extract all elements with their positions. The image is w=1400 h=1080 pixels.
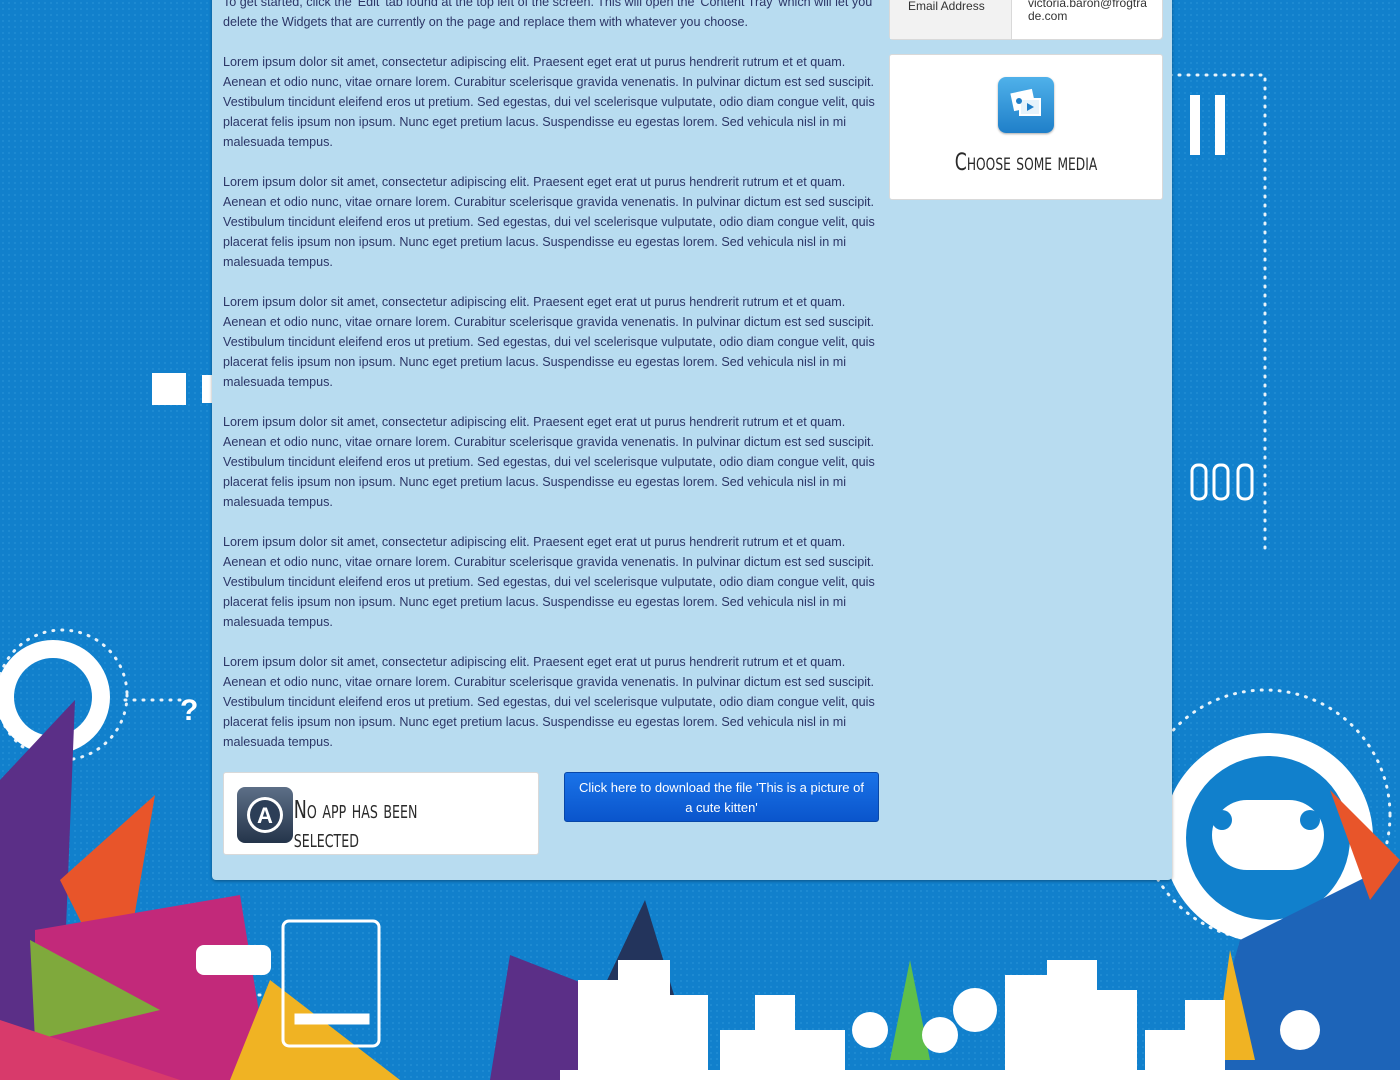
email-label: Email Address [890,0,1012,39]
main-content: To get started, click the 'Edit' tab fou… [223,0,883,772]
intro-text: To get started, click the 'Edit' tab fou… [223,0,873,29]
media-widget[interactable]: Choose some media [889,54,1163,200]
media-widget-title[interactable]: Choose some media [928,148,1124,176]
download-file-button[interactable]: Click here to download the file 'This is… [564,772,879,822]
media-gallery-icon[interactable] [998,77,1054,133]
body-paragraph: Lorem ipsum dolor sit amet, consectetur … [223,535,875,629]
email-value: victoria.baron@frogtrade.com [1028,0,1147,23]
question-icon: ? [180,694,198,727]
profile-info-widget: Email Address victoria.baron@frogtrade.c… [889,0,1163,40]
body-paragraph: Lorem ipsum dolor sit amet, consectetur … [223,415,875,509]
body-paragraph: Lorem ipsum dolor sit amet, consectetur … [223,295,875,389]
body-paragraph: Lorem ipsum dolor sit amet, consectetur … [223,655,875,749]
pointing-hand-icon [196,945,271,975]
svg-text:A: A [257,803,273,828]
app-widget[interactable]: A No app has been selected [223,772,539,855]
body-paragraph: Lorem ipsum dolor sit amet, consectetur … [223,175,875,269]
app-widget-title[interactable]: No app has been selected [284,795,462,853]
body-paragraph: Lorem ipsum dolor sit amet, consectetur … [223,55,875,149]
